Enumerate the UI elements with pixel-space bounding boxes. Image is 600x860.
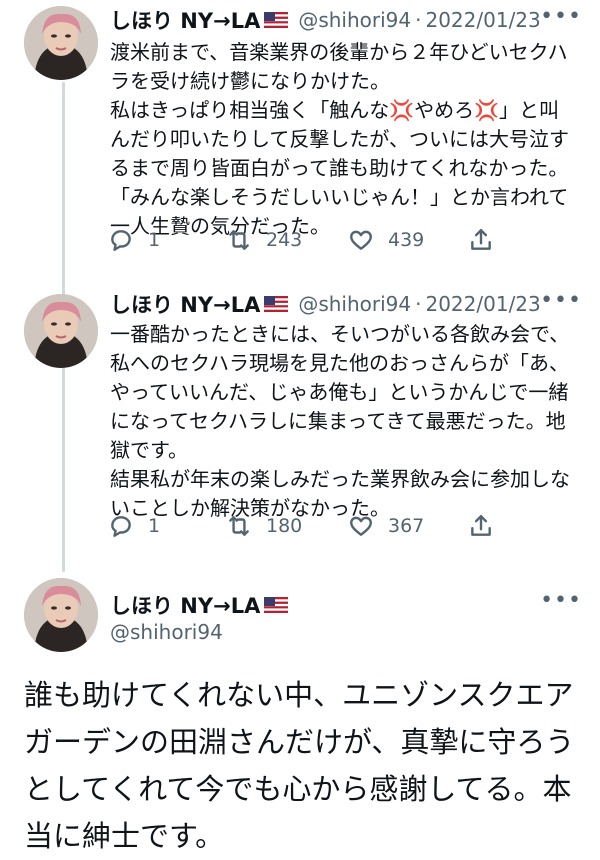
us-flag-icon [264,597,289,613]
share-icon [471,229,491,250]
tweet-date[interactable]: 2022/01/23 [425,292,540,316]
retweet-count: 180 [266,515,303,537]
tweet-date[interactable]: 2022/01/23 [425,8,540,32]
more-icon[interactable]: ••• [540,588,582,613]
user-handle[interactable]: @shihori94 [298,292,411,316]
separator-dot: · [415,292,422,316]
more-icon[interactable]: ••• [540,288,582,313]
us-flag-icon [264,296,289,312]
more-icon[interactable]: ••• [540,4,582,29]
like-icon [350,516,372,536]
like-count: 367 [388,515,425,537]
like-button[interactable]: 367 [348,510,424,542]
retweet-button[interactable]: 243 [226,224,302,256]
tweet-text: 一番酷かったときには、そいつがいる各飲み会で、私へのセクハラ現場を見た他のおっさ… [110,322,570,520]
display-name[interactable]: しほり NY→LA [110,5,260,35]
retweet-button[interactable]: 180 [226,510,302,542]
main-tweet-header: しほり NY→LA [110,590,289,620]
share-button[interactable] [468,510,508,542]
reply-icon [111,230,131,251]
tweet-text: 渡米前まで、音楽業界の後輩から２年ひどいセクハラを受け続け鬱になりかけた。 私は… [110,40,569,238]
tweet-actions: 1 243 439 [108,224,508,256]
thread-tweet-1[interactable]: しほり NY→LA @shihori94 · 2022/01/23 ••• 渡米… [0,0,600,290]
tweet-header: しほり NY→LA @shihori94 · 2022/01/23 [110,288,541,320]
retweet-icon [229,230,249,250]
share-icon [471,515,491,536]
share-button[interactable] [468,224,508,256]
retweet-count: 243 [266,229,303,251]
like-count: 439 [388,229,425,251]
display-name[interactable]: しほり NY→LA [110,590,260,620]
tweet-header: しほり NY→LA @shihori94 · 2022/01/23 [110,4,541,36]
reply-count: 1 [148,229,161,251]
reply-icon [111,516,131,537]
thread-tweet-2[interactable]: しほり NY→LA @shihori94 · 2022/01/23 ••• 一番… [0,288,600,578]
user-handle[interactable]: @shihori94 [110,620,223,644]
reply-button[interactable]: 1 [108,510,160,542]
tweet-actions: 1 180 367 [108,510,508,542]
main-tweet-text: 誰も助けてくれない中、ユニゾンスクエアガーデンの田淵さんだけが、真摯に守ろうとし… [24,678,575,853]
user-handle[interactable]: @shihori94 [298,8,411,32]
avatar[interactable] [24,6,98,80]
separator-dot: · [415,8,422,32]
like-button[interactable]: 439 [348,224,424,256]
reply-button[interactable]: 1 [108,224,160,256]
avatar[interactable] [24,578,98,652]
us-flag-icon [264,12,289,28]
like-icon [350,230,372,250]
avatar[interactable] [24,294,98,368]
retweet-icon [229,516,249,536]
reply-count: 1 [148,515,161,537]
display-name[interactable]: しほり NY→LA [110,289,260,319]
